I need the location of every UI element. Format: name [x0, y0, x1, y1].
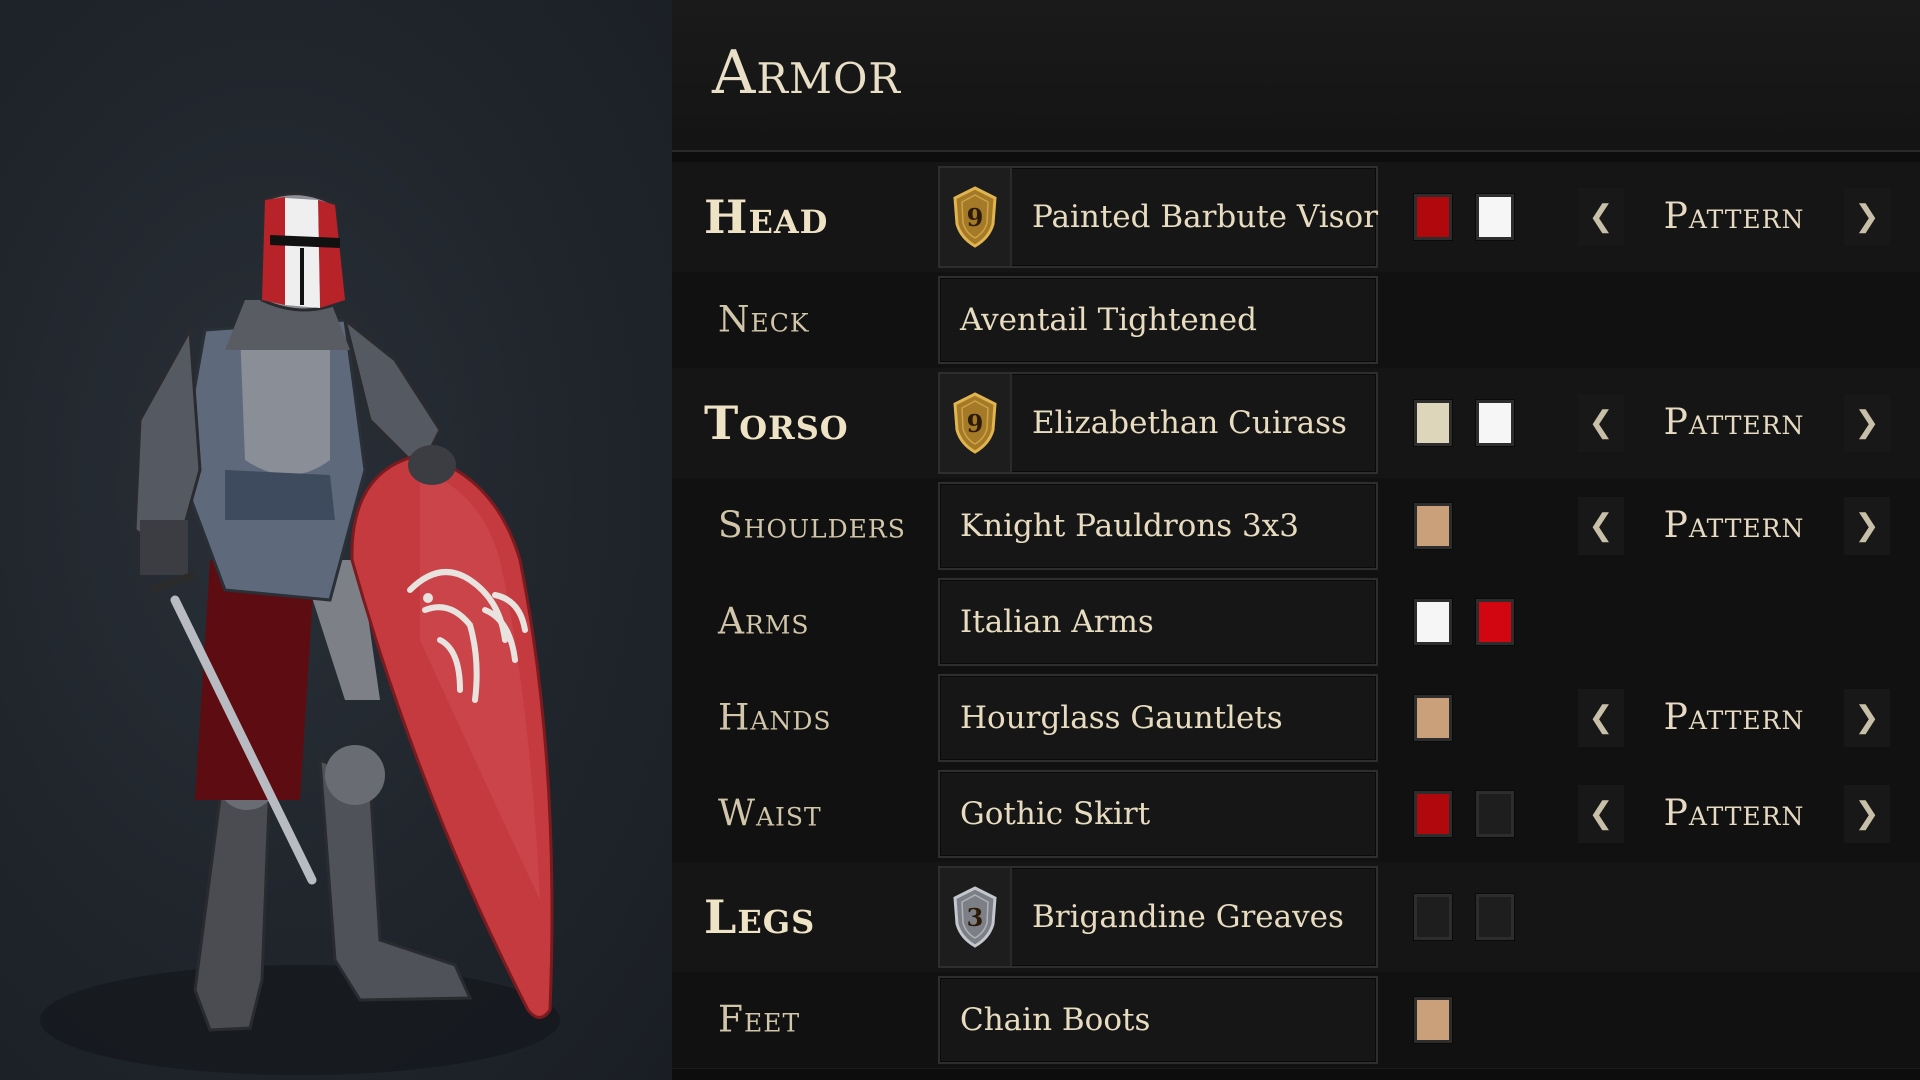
slot-label: Torso — [704, 396, 849, 450]
torso-color-swatch-1[interactable] — [1413, 399, 1453, 447]
slot-label: Arms — [718, 601, 810, 643]
legs-color-swatch-1[interactable] — [1413, 893, 1453, 941]
knight-character-preview — [40, 192, 560, 1075]
slot-label: Head — [704, 190, 829, 244]
pattern-label: Pattern — [1663, 402, 1805, 443]
torso-pattern-selector: ❮ Pattern ❯ — [1578, 394, 1890, 452]
item-name: Italian Arms — [960, 604, 1154, 640]
pattern-label: Pattern — [1663, 793, 1805, 834]
slot-label: Neck — [718, 299, 810, 341]
armor-slot-head: Head 9 Painted Barbute Visor ❮ Pattern ❯ — [672, 162, 1920, 273]
legs-item-selector[interactable]: 3 Brigandine Greaves — [938, 866, 1378, 968]
armor-slot-torso: Torso 9 Elizabethan Cuirass ❮ Pattern ❯ — [672, 368, 1920, 479]
armor-slot-shoulders: Shoulders Knight Pauldrons 3x3 ❮ Pattern ❯ — [672, 478, 1920, 575]
head-item-selector[interactable]: 9 Painted Barbute Visor — [938, 166, 1378, 268]
pattern-label: Pattern — [1663, 196, 1805, 237]
character-preview-panel — [0, 0, 672, 1080]
armor-header: Armor — [672, 0, 1920, 152]
item-name: Brigandine Greaves — [1032, 899, 1344, 935]
slot-label: Shoulders — [718, 505, 906, 547]
item-name: Elizabethan Cuirass — [1032, 405, 1347, 441]
slot-label: Hands — [718, 697, 832, 739]
panel-title: Armor — [712, 38, 902, 108]
shoulders-color-swatch-1[interactable] — [1413, 502, 1453, 550]
pattern-next-arrow-icon[interactable]: ❯ — [1844, 785, 1890, 843]
armor-slot-feet: Feet Chain Boots — [672, 972, 1920, 1069]
item-name: Painted Barbute Visor — [1032, 199, 1379, 235]
pattern-next-arrow-icon[interactable]: ❯ — [1844, 394, 1890, 452]
torso-color-swatch-2[interactable] — [1475, 399, 1515, 447]
armor-slot-arms: Arms Italian Arms — [672, 574, 1920, 671]
svg-text:3: 3 — [967, 903, 984, 932]
slot-label: Waist — [718, 793, 822, 835]
arms-color-swatch-2[interactable] — [1475, 598, 1515, 646]
torso-item-selector[interactable]: 9 Elizabethan Cuirass — [938, 372, 1378, 474]
hands-color-swatch-1[interactable] — [1413, 694, 1453, 742]
pattern-next-arrow-icon[interactable]: ❯ — [1844, 188, 1890, 246]
pattern-label: Pattern — [1663, 505, 1805, 546]
armor-slot-neck: Neck Aventail Tightened — [672, 272, 1920, 369]
pattern-prev-arrow-icon[interactable]: ❮ — [1578, 497, 1624, 555]
shoulders-pattern-selector: ❮ Pattern ❯ — [1578, 497, 1890, 555]
head-color-swatch-1[interactable] — [1413, 193, 1453, 241]
pattern-prev-arrow-icon[interactable]: ❮ — [1578, 394, 1624, 452]
tier-badge-icon: 9 — [940, 168, 1012, 266]
waist-item-selector[interactable]: Gothic Skirt — [938, 770, 1378, 858]
item-name: Hourglass Gauntlets — [960, 700, 1283, 736]
hands-pattern-selector: ❮ Pattern ❯ — [1578, 689, 1890, 747]
waist-color-swatch-2[interactable] — [1475, 790, 1515, 838]
head-color-swatch-2[interactable] — [1475, 193, 1515, 241]
neck-item-selector[interactable]: Aventail Tightened — [938, 276, 1378, 364]
pattern-prev-arrow-icon[interactable]: ❮ — [1578, 188, 1624, 246]
head-pattern-selector: ❮ Pattern ❯ — [1578, 188, 1890, 246]
shoulders-item-selector[interactable]: Knight Pauldrons 3x3 — [938, 482, 1378, 570]
item-name: Knight Pauldrons 3x3 — [960, 508, 1299, 544]
feet-item-selector[interactable]: Chain Boots — [938, 976, 1378, 1064]
pattern-next-arrow-icon[interactable]: ❯ — [1844, 497, 1890, 555]
armor-panel: Armor Head 9 Painted Barbute Visor ❮ Pattern… — [672, 0, 1920, 1080]
slot-label: Feet — [718, 999, 801, 1041]
pattern-next-arrow-icon[interactable]: ❯ — [1844, 689, 1890, 747]
feet-color-swatch-1[interactable] — [1413, 996, 1453, 1044]
legs-color-swatch-2[interactable] — [1475, 893, 1515, 941]
item-name: Gothic Skirt — [960, 796, 1151, 832]
arms-color-swatch-1[interactable] — [1413, 598, 1453, 646]
item-name: Chain Boots — [960, 1002, 1151, 1038]
tier-badge-icon: 3 — [940, 868, 1012, 966]
svg-text:9: 9 — [967, 409, 984, 438]
item-name: Aventail Tightened — [960, 302, 1257, 338]
svg-text:9: 9 — [967, 203, 984, 232]
armor-slot-hands: Hands Hourglass Gauntlets ❮ Pattern ❯ — [672, 670, 1920, 767]
armor-slot-legs: Legs 3 Brigandine Greaves — [672, 862, 1920, 973]
waist-color-swatch-1[interactable] — [1413, 790, 1453, 838]
pattern-prev-arrow-icon[interactable]: ❮ — [1578, 689, 1624, 747]
armor-slot-waist: Waist Gothic Skirt ❮ Pattern ❯ — [672, 766, 1920, 863]
pattern-label: Pattern — [1663, 697, 1805, 738]
pattern-prev-arrow-icon[interactable]: ❮ — [1578, 785, 1624, 843]
arms-item-selector[interactable]: Italian Arms — [938, 578, 1378, 666]
tier-badge-icon: 9 — [940, 374, 1012, 472]
hands-item-selector[interactable]: Hourglass Gauntlets — [938, 674, 1378, 762]
waist-pattern-selector: ❮ Pattern ❯ — [1578, 785, 1890, 843]
slot-label: Legs — [704, 890, 816, 944]
